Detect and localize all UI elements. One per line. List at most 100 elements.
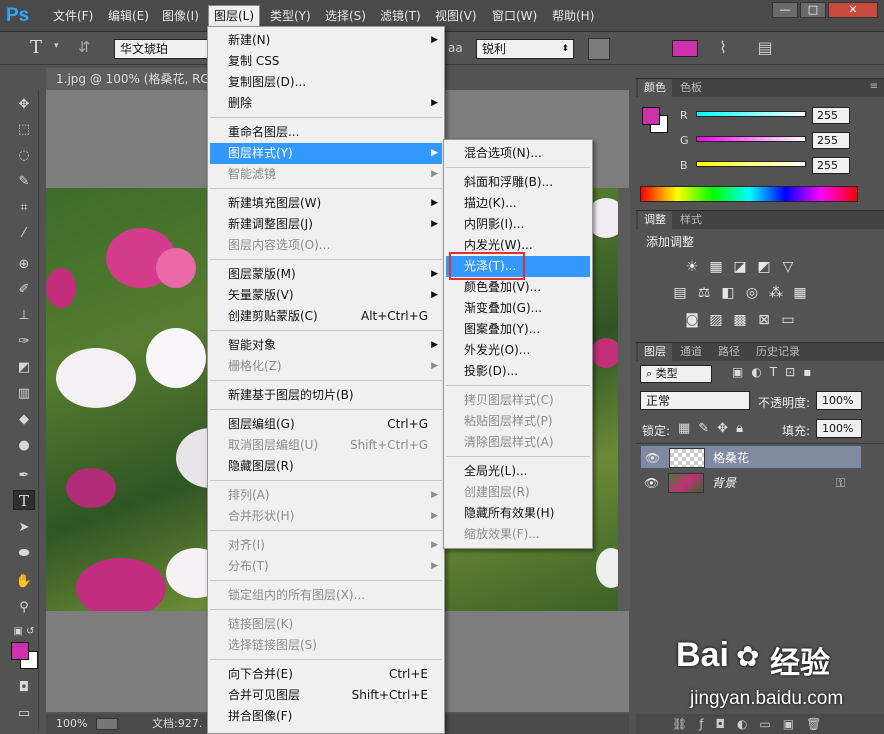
style_menu-item[interactable]: 隐藏所有效果(H) xyxy=(446,503,590,524)
layer_menu-item[interactable]: 图层样式(Y) ▶ xyxy=(210,143,442,164)
style_menu-item[interactable]: 颜色叠加(V)... xyxy=(446,277,590,298)
type-tool-icon[interactable]: T xyxy=(30,37,52,59)
blue-slider[interactable] xyxy=(696,161,806,167)
align-center-icon[interactable] xyxy=(612,38,634,60)
red-value[interactable]: 255 xyxy=(812,107,850,124)
eye-visibility-icon[interactable]: 👁︎ xyxy=(645,446,660,470)
layer_menu-item[interactable]: 合并可见图层 Shift+Ctrl+E xyxy=(210,685,442,706)
default-colors-icon[interactable]: ▣ ↺ xyxy=(13,622,35,642)
menu-filter[interactable]: 滤镜(T) xyxy=(375,6,426,26)
pen-tool-icon[interactable]: ✒ xyxy=(13,466,35,486)
close-icon[interactable]: ✕ xyxy=(828,2,878,18)
layer_menu-item[interactable]: 新建填充图层(W) ▶ xyxy=(210,193,442,214)
character-panel-icon[interactable]: ▤ xyxy=(754,38,776,60)
warp-text-icon[interactable]: ⌇ xyxy=(712,38,734,60)
tab-swatches[interactable]: 色板 xyxy=(674,79,708,97)
quick-select-tool-icon[interactable]: ✎ xyxy=(13,172,35,192)
tab-layers[interactable]: 图层 xyxy=(638,343,672,361)
style_menu-item[interactable]: 描边(K)... xyxy=(446,193,590,214)
healing-brush-tool-icon[interactable]: ⊕ xyxy=(13,255,35,275)
style_menu-item[interactable]: 投影(D)... xyxy=(446,361,590,382)
hue-saturation-icon[interactable]: ▤ xyxy=(672,285,688,301)
style_menu-item[interactable]: 斜面和浮雕(B)... xyxy=(446,172,590,193)
menu-layer[interactable]: 图层(L) xyxy=(208,5,261,27)
blend-mode-select[interactable]: 正常 xyxy=(640,391,750,410)
eraser-tool-icon[interactable]: ◩ xyxy=(13,358,35,378)
channel-mixer-icon[interactable]: ⁂ xyxy=(768,285,784,301)
layer_menu-item[interactable]: 图层蒙版(M) ▶ xyxy=(210,264,442,285)
eye-visibility-icon[interactable]: 👁︎ xyxy=(644,471,659,495)
style_menu-item[interactable]: 混合选项(N)... xyxy=(446,143,590,164)
vibrance-icon[interactable]: ▽ xyxy=(780,259,796,275)
menu-view[interactable]: 视图(V) xyxy=(430,6,482,26)
blur-tool-icon[interactable]: ◆ xyxy=(13,410,35,430)
selective-color-icon[interactable]: ⊠ xyxy=(756,312,772,328)
layer_menu-item[interactable]: 智能对象 ▶ xyxy=(210,335,442,356)
layer-filter-select[interactable]: ⌕ 类型 xyxy=(640,365,712,383)
color-lookup-icon[interactable]: ▦ xyxy=(792,285,808,301)
style_menu-item[interactable]: 全局光(L)... xyxy=(446,461,590,482)
zoom-level[interactable]: 100% xyxy=(56,714,87,734)
menu-help[interactable]: 帮助(H) xyxy=(547,6,599,26)
text-color-swatch[interactable] xyxy=(672,40,698,57)
move-tool-icon[interactable]: ✥ xyxy=(13,95,35,115)
layer_menu-item[interactable]: 新建(N) ▶ xyxy=(210,30,442,51)
vertical-scrollbar[interactable] xyxy=(618,188,630,611)
levels-icon[interactable]: ▦ xyxy=(708,259,724,275)
style_menu-item[interactable]: 渐变叠加(G)... xyxy=(446,298,590,319)
align-right-icon[interactable] xyxy=(636,38,658,60)
style_menu-item[interactable]: 图案叠加(Y)... xyxy=(446,319,590,340)
layer_menu-item[interactable]: 隐藏图层(R) xyxy=(210,456,442,477)
quick-mask-icon[interactable]: ◘ xyxy=(13,678,35,698)
eyedropper-tool-icon[interactable]: ⁄ xyxy=(13,224,35,244)
maximize-icon[interactable]: □ xyxy=(800,2,826,18)
zoom-tool-icon[interactable]: ⚲ xyxy=(13,598,35,618)
layer_menu-item[interactable]: 图层编组(G) Ctrl+G xyxy=(210,414,442,435)
color-balance-icon[interactable]: ⚖ xyxy=(696,285,712,301)
layer_menu-item[interactable]: 删除 ▶ xyxy=(210,93,442,114)
red-slider[interactable] xyxy=(696,111,806,117)
brightness-contrast-icon[interactable]: ☀ xyxy=(684,259,700,275)
align-left-icon[interactable] xyxy=(588,38,610,60)
green-slider[interactable] xyxy=(696,136,806,142)
threshold-icon[interactable]: ▩ xyxy=(732,312,748,328)
fill-field[interactable]: 100% xyxy=(816,419,862,438)
blue-value[interactable]: 255 xyxy=(812,157,850,174)
layer_menu-item[interactable]: 重命名图层... xyxy=(210,122,442,143)
panel-menu-icon[interactable]: ≡ xyxy=(870,81,878,92)
tab-styles[interactable]: 样式 xyxy=(674,211,708,229)
path-selection-tool-icon[interactable]: ➤ xyxy=(13,518,35,538)
layer_menu-item[interactable]: 矢量蒙版(V) ▶ xyxy=(210,285,442,306)
minimize-icon[interactable]: — xyxy=(772,2,798,18)
screen-mode-icon[interactable]: ▭ xyxy=(13,704,35,724)
black-white-icon[interactable]: ◧ xyxy=(720,285,736,301)
tab-paths[interactable]: 路径 xyxy=(712,343,746,361)
marquee-tool-icon[interactable]: ⬚ xyxy=(13,120,35,140)
tool-preset-dropdown-icon[interactable]: ▾ xyxy=(54,41,59,51)
dodge-tool-icon[interactable]: ● xyxy=(13,436,35,456)
layer_menu-item[interactable]: 复制图层(D)... xyxy=(210,72,442,93)
invert-icon[interactable]: ◙ xyxy=(684,312,700,328)
curves-icon[interactable]: ◪ xyxy=(732,259,748,275)
panel-foreground-swatch[interactable] xyxy=(642,107,660,125)
menu-file[interactable]: 文件(F) xyxy=(48,6,98,26)
menu-image[interactable]: 图像(I) xyxy=(157,6,204,26)
menu-edit[interactable]: 编辑(E) xyxy=(103,6,154,26)
layer-row-gesanghua[interactable]: 👁︎ 格桑花 xyxy=(640,445,862,469)
font-family-field[interactable]: 华文琥珀 xyxy=(114,39,208,59)
layer_menu-item[interactable]: 向下合并(E) Ctrl+E xyxy=(210,664,442,685)
toggle-orientation-icon[interactable]: ⇵ xyxy=(78,38,100,60)
lasso-tool-icon[interactable]: ◌ xyxy=(13,146,35,166)
ellipse-tool-icon[interactable]: ⬬ xyxy=(13,544,35,564)
layer_menu-item[interactable]: 新建基于图层的切片(B) xyxy=(210,385,442,406)
posterize-icon[interactable]: ▨ xyxy=(708,312,724,328)
history-brush-tool-icon[interactable]: ✑ xyxy=(13,332,35,352)
export-icon[interactable] xyxy=(96,718,118,730)
gradient-map-icon[interactable]: ▭ xyxy=(780,312,796,328)
lock-icons[interactable]: ▦✎✥🔒︎ xyxy=(678,421,751,436)
gradient-tool-icon[interactable]: ▥ xyxy=(13,384,35,404)
menu-select[interactable]: 选择(S) xyxy=(320,6,371,26)
layer_menu-item[interactable]: 新建调整图层(J) ▶ xyxy=(210,214,442,235)
tab-color[interactable]: 颜色 xyxy=(638,79,672,97)
opacity-field[interactable]: 100% xyxy=(816,391,862,410)
